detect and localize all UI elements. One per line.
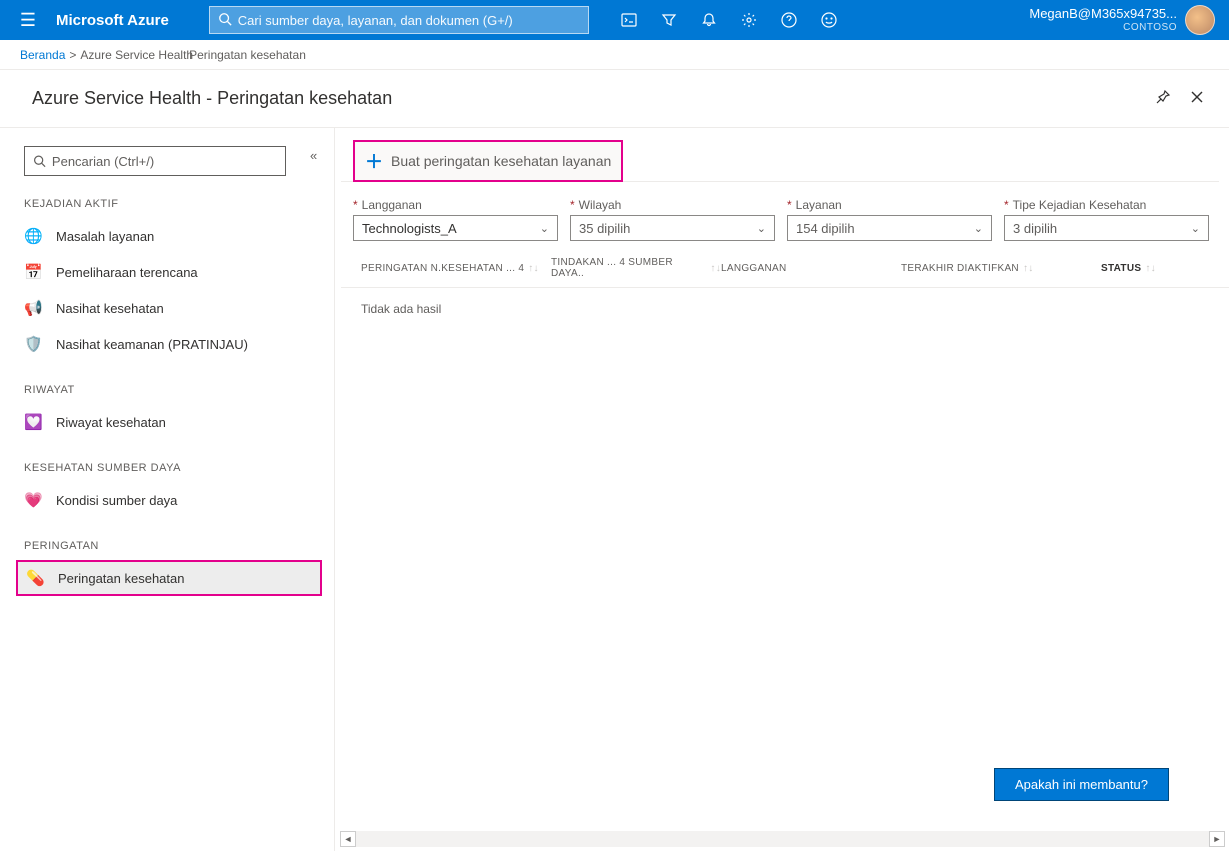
section-alerts: PERINGATAN — [24, 540, 322, 552]
nav-label: Masalah layanan — [56, 229, 154, 244]
sort-icon: ↑↓ — [528, 263, 539, 274]
service-dropdown[interactable]: 154 dipilih ⌄ — [787, 215, 992, 241]
cloud-shell-icon[interactable] — [609, 0, 649, 40]
chevron-down-icon: ⌄ — [540, 222, 549, 235]
sort-icon: ↑↓ — [1023, 263, 1034, 274]
heartbeat-icon: 💗 — [24, 491, 42, 509]
filter-label-subscription: *Langganan — [353, 198, 558, 212]
chevron-down-icon: ⌄ — [1191, 222, 1200, 235]
close-icon[interactable] — [1189, 89, 1205, 108]
user-org-label: CONTOSO — [1029, 22, 1177, 34]
nav-label: Pemeliharaan terencana — [56, 265, 198, 280]
filter-label-event-type: *Tipe Kejadian Kesehatan — [1004, 198, 1209, 212]
nav-label: Kondisi sumber daya — [56, 493, 177, 508]
dropdown-value: 35 dipilih — [579, 221, 630, 236]
page-title: Azure Service Health - Peringatan keseha… — [32, 88, 392, 109]
main-content: ＋ Buat peringatan kesehatan layanan *Lan… — [335, 128, 1229, 851]
filter-row: *Langganan Technologists_A ⌄ *Wilayah 35… — [341, 182, 1229, 251]
filter-label-service: *Layanan — [787, 198, 992, 212]
shield-icon: 🛡️ — [24, 335, 42, 353]
globe-error-icon: 🌐 — [24, 227, 42, 245]
col-alert-name[interactable]: PERINGATAN N.KESEHATAN ... 4↑↓ — [361, 257, 551, 279]
filter-label-region: *Wilayah — [570, 198, 775, 212]
section-resource-health: KESEHATAN SUMBER DAYA — [24, 462, 322, 474]
command-bar: ＋ Buat peringatan kesehatan layanan — [341, 140, 1219, 182]
event-type-dropdown[interactable]: 3 dipilih ⌄ — [1004, 215, 1209, 241]
help-icon[interactable] — [769, 0, 809, 40]
nav-label: Nasihat kesehatan — [56, 301, 164, 316]
sidebar-item-resource-health[interactable]: 💗 Kondisi sumber daya — [16, 482, 322, 518]
sidebar-item-health-history[interactable]: 💟 Riwayat kesehatan — [16, 404, 322, 440]
cmd-label: Buat peringatan kesehatan layanan — [391, 153, 611, 169]
search-icon — [218, 12, 232, 29]
heart-monitor-icon: 💟 — [24, 413, 42, 431]
user-account[interactable]: MeganB@M365x94735... CONTOSO — [1029, 6, 1177, 34]
brand-label[interactable]: Microsoft Azure — [56, 12, 169, 29]
sidebar-item-planned-maintenance[interactable]: 📅 Pemeliharaan terencana — [16, 254, 322, 290]
sort-icon: ↑↓ — [1145, 263, 1156, 274]
empty-state: Tidak ada hasil — [341, 288, 1229, 330]
calendar-icon: 📅 — [24, 263, 42, 281]
dropdown-value: Technologists_A — [362, 221, 457, 236]
table-header: PERINGATAN N.KESEHATAN ... 4↑↓ TINDAKAN … — [341, 251, 1229, 288]
col-last-fired[interactable]: TERAKHIR DIAKTIFKAN↑↓ — [901, 257, 1101, 279]
chevron-down-icon: ⌄ — [757, 222, 766, 235]
alert-health-icon: 💊 — [26, 569, 44, 587]
sidebar-item-security-advisories[interactable]: 🛡️ Nasihat keamanan (PRATINJAU) — [16, 326, 322, 362]
sidebar-item-service-issues[interactable]: 🌐 Masalah layanan — [16, 218, 322, 254]
horizontal-scrollbar[interactable]: ◄ ► — [340, 831, 1225, 847]
sidebar-search[interactable] — [24, 146, 286, 176]
section-history: RIWAYAT — [24, 384, 322, 396]
title-bar: Azure Service Health - Peringatan keseha… — [0, 70, 1229, 128]
megaphone-icon: 📢 — [24, 299, 42, 317]
collapse-sidebar-icon[interactable]: « — [310, 148, 317, 163]
notifications-icon[interactable] — [689, 0, 729, 40]
col-subscription[interactable]: LANGGANAN — [721, 257, 901, 279]
section-active-events: KEJADIAN AKTIF — [24, 198, 322, 210]
sidebar: KEJADIAN AKTIF 🌐 Masalah layanan 📅 Pemel… — [0, 128, 335, 851]
breadcrumb-home[interactable]: Beranda — [20, 48, 65, 62]
directory-filter-icon[interactable] — [649, 0, 689, 40]
col-action[interactable]: TINDAKAN ... 4 SUMBER DAYA..↑↓ — [551, 257, 721, 279]
sidebar-item-health-advisories[interactable]: 📢 Nasihat kesehatan — [16, 290, 322, 326]
nav-label: Riwayat kesehatan — [56, 415, 166, 430]
chevron-down-icon: ⌄ — [974, 222, 983, 235]
col-status[interactable]: STATUS↑↓ — [1101, 257, 1181, 279]
sidebar-item-health-alerts[interactable]: 💊 Peringatan kesehatan — [16, 560, 322, 596]
scroll-right-icon[interactable]: ► — [1209, 831, 1225, 847]
subscription-dropdown[interactable]: Technologists_A ⌄ — [353, 215, 558, 241]
nav-label: Nasihat keamanan (PRATINJAU) — [56, 337, 248, 352]
menu-icon[interactable]: ☰ — [8, 10, 48, 31]
user-email-label: MeganB@M365x94735... — [1029, 6, 1177, 22]
breadcrumb-service[interactable]: Azure Service Health — [80, 48, 193, 62]
breadcrumb-page: Peringatan kesehatan — [189, 48, 306, 62]
feedback-icon[interactable] — [809, 0, 849, 40]
nav-label: Peringatan kesehatan — [58, 571, 184, 586]
global-search-input[interactable] — [238, 13, 580, 28]
global-search[interactable] — [209, 6, 589, 34]
scroll-track[interactable] — [356, 831, 1209, 847]
breadcrumb-sep: > — [69, 48, 76, 62]
pin-icon[interactable] — [1155, 89, 1171, 108]
region-dropdown[interactable]: 35 dipilih ⌄ — [570, 215, 775, 241]
search-icon — [33, 154, 46, 168]
create-health-alert-button[interactable]: ＋ Buat peringatan kesehatan layanan — [353, 140, 623, 182]
sidebar-search-input[interactable] — [52, 154, 277, 169]
dropdown-value: 154 dipilih — [796, 221, 855, 236]
dropdown-value: 3 dipilih — [1013, 221, 1057, 236]
sort-icon: ↑↓ — [710, 263, 721, 274]
settings-icon[interactable] — [729, 0, 769, 40]
feedback-help-button[interactable]: Apakah ini membantu? — [994, 768, 1169, 801]
avatar[interactable] — [1185, 5, 1215, 35]
plus-icon: ＋ — [365, 148, 383, 174]
scroll-left-icon[interactable]: ◄ — [340, 831, 356, 847]
top-bar: ☰ Microsoft Azure MeganB@M365x94735... C… — [0, 0, 1229, 40]
breadcrumb: Beranda > Azure Service Health Peringata… — [0, 40, 1229, 70]
